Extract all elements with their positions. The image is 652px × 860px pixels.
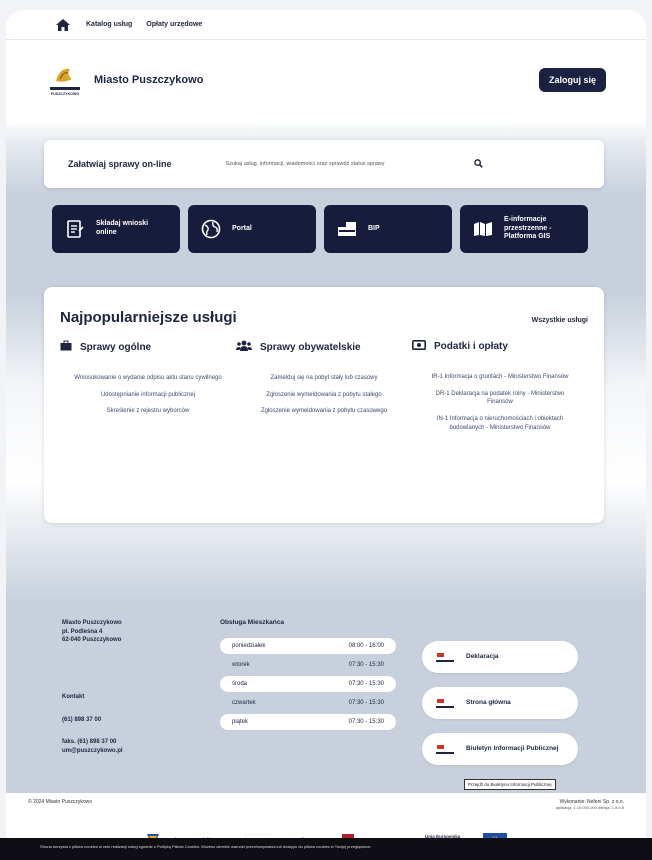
hours-time: 07:30 - 15:30 (348, 700, 384, 706)
column-taxes: Podatki i opłaty IR-1 Informacja o grunt… (412, 340, 588, 440)
top-navigation: Katalog usług Opłaty urzędowe (6, 10, 646, 40)
search-input[interactable] (225, 161, 466, 167)
tile-portal[interactable]: Portal (188, 205, 316, 253)
hours-row: czwartek 07:30 - 15:30 (220, 695, 396, 711)
home-icon[interactable] (54, 17, 72, 33)
link-label: Strona główna (466, 698, 511, 706)
copyright-bar: © 2024 Miasto Puszczykowo Wykonanie: Nef… (6, 793, 646, 823)
declaration-link[interactable]: Deklaracja (422, 641, 578, 673)
office-hours: Obsługa Mieszkańca poniedziałek 08:00 - 1… (220, 619, 396, 733)
service-link[interactable]: Udostępnianie informacji publicznej (60, 391, 236, 400)
bip-logo-icon (436, 651, 454, 663)
cookie-banner[interactable]: Strona korzysta z plików cookies w celu … (0, 838, 652, 860)
search-field[interactable] (225, 155, 580, 173)
tile-gis[interactable]: E-informacje przestrzenne - Platforma GI… (460, 205, 588, 253)
phone-number[interactable]: (61) 898 37 00 (62, 716, 123, 725)
link-label: Biuletyn Informacji Publicznej (466, 744, 559, 752)
nav-link-catalog[interactable]: Katalog usług (86, 21, 132, 28)
tile-label: BIP (368, 224, 380, 232)
address-line: Miasto Puszczykowo (62, 620, 122, 626)
column-title: Podatki i opłaty (434, 341, 508, 352)
tile-label: Portal (232, 224, 252, 232)
copyright-text: © 2024 Miasto Puszczykowo (28, 799, 92, 805)
nav-link-fees[interactable]: Opłaty urzędowe (146, 21, 202, 28)
popular-title: Najpopularniejsze usługi (60, 309, 237, 326)
address-block: Miasto Puszczykowo pl. Podleśna 4 62-040… (62, 619, 122, 645)
map-icon (472, 218, 494, 240)
bip-icon (336, 218, 358, 240)
hours-day: środa (232, 681, 248, 687)
bip-link[interactable]: Biuletyn Informacji Publicznej (422, 733, 578, 765)
hours-day: wtorek (232, 662, 250, 668)
service-link[interactable]: Wniosokowanie o wydanie odpisu aktu stan… (60, 374, 236, 383)
hours-time: 07:30 - 15:30 (348, 719, 384, 725)
search-title: Załatwiaj sprawy on-line (68, 159, 172, 169)
contact-title: Kontakt (62, 694, 85, 700)
app-version: aplikacja: 1.10.000.000 wersja: 1.8.5.8 (555, 805, 624, 810)
site-title: Miasto Puszczykowo (94, 74, 204, 86)
footer-links: Deklaracja Strona główna Biuletyn Inform… (422, 641, 578, 779)
search-card: Załatwiaj sprawy on-line (44, 140, 604, 188)
hours-time: 08:00 - 16:00 (348, 643, 384, 649)
bip-tooltip: Przejdź do Biuletynu Informacji Publiczn… (464, 779, 556, 790)
tile-online-forms[interactable]: Składaj wnioski online (52, 205, 180, 253)
service-link[interactable]: Zamelduj się na pobyt stały lub czasowy (236, 374, 412, 383)
site-header: PUSZCZYKOWO Miasto Puszczykowo Zaloguj s… (6, 40, 646, 120)
column-general: Sprawy ogólne Wniosokowanie o wydanie od… (60, 340, 236, 440)
all-services-link[interactable]: Wszystkie usługi (532, 317, 588, 324)
hours-day: piątek (232, 719, 249, 725)
contact-block: Kontakt (61) 898 37 00 faks. (61) 898 37… (62, 693, 123, 770)
address-line: 62-040 Puszczykowo (62, 637, 122, 644)
service-link[interactable]: Zgłoszenie wymeldowania z pobytu czasowe… (236, 407, 412, 416)
email-link[interactable]: um@puszczykowo.pl (62, 747, 123, 756)
tile-label: E-informacje przestrzenne - Platforma GI… (504, 215, 552, 241)
service-link[interactable]: Zgłoszenie wymeldowania z pobytu stałego (236, 391, 412, 400)
login-button[interactable]: Zaloguj się (538, 68, 606, 92)
globe-icon (200, 218, 222, 240)
popular-card: Najpopularniejsze usługi Wszystkie usług… (44, 287, 604, 523)
hours-row: środa 07:30 - 15:30 (220, 676, 396, 692)
service-link[interactable]: Skreślenie z rejestru wyborców (60, 407, 236, 416)
column-title: Sprawy obywatelskie (260, 341, 361, 353)
tile-label: Składaj wnioski online (96, 220, 149, 236)
brand[interactable]: PUSZCZYKOWO Miasto Puszczykowo (46, 61, 203, 99)
people-icon (236, 340, 252, 354)
quick-tiles: Składaj wnioski online Portal BIP E-info… (6, 195, 646, 293)
service-link[interactable]: IN-1 Informacja o nieruchomościach i obi… (412, 415, 588, 432)
bip-logo-icon (436, 743, 454, 755)
service-link[interactable]: IR-1 Informacja o gruntach - Ministerstw… (412, 373, 588, 382)
search-icon[interactable] (473, 155, 483, 173)
service-link[interactable]: DR-1 Deklaracja na podatek rolny - Minis… (412, 390, 588, 407)
bip-logo-icon (436, 697, 454, 709)
page-frame: Katalog usług Opłaty urzędowe PUSZCZYKOW… (6, 10, 646, 855)
hours-title: Obsługa Mieszkańca (220, 619, 284, 626)
homepage-link[interactable]: Strona główna (422, 687, 578, 719)
svg-text:PUSZCZYKOWO: PUSZCZYKOWO (51, 92, 80, 96)
search-band: Załatwiaj sprawy on-line (6, 120, 646, 195)
hours-time: 07:30 - 15:30 (348, 662, 384, 668)
hours-row: poniedziałek 08:00 - 16:00 (220, 638, 396, 654)
form-icon (64, 218, 86, 240)
hours-row: piątek 07:30 - 15:30 (220, 714, 396, 730)
money-icon (412, 340, 426, 353)
fax-number: faks. (61) 898 37 00 (62, 739, 117, 746)
link-label: Deklaracja (466, 652, 499, 660)
address-line: pl. Podleśna 4 (62, 628, 103, 635)
hours-day: czwartek (232, 700, 256, 706)
hours-time: 07:30 - 15:30 (348, 681, 384, 687)
city-logo: PUSZCZYKOWO (46, 61, 84, 99)
hours-row: wtorek 07:30 - 15:30 (220, 657, 396, 673)
site-footer: Miasto Puszczykowo pl. Podleśna 4 62-040… (6, 603, 646, 793)
briefcase-icon (60, 340, 72, 354)
hours-day: poniedziałek (232, 643, 266, 649)
column-citizen: Sprawy obywatelskie Zamelduj się na poby… (236, 340, 412, 440)
tile-bip[interactable]: BIP (324, 205, 452, 253)
column-title: Sprawy ogólne (80, 341, 152, 353)
popular-section: Najpopularniejsze usługi Wszystkie usług… (6, 287, 646, 603)
